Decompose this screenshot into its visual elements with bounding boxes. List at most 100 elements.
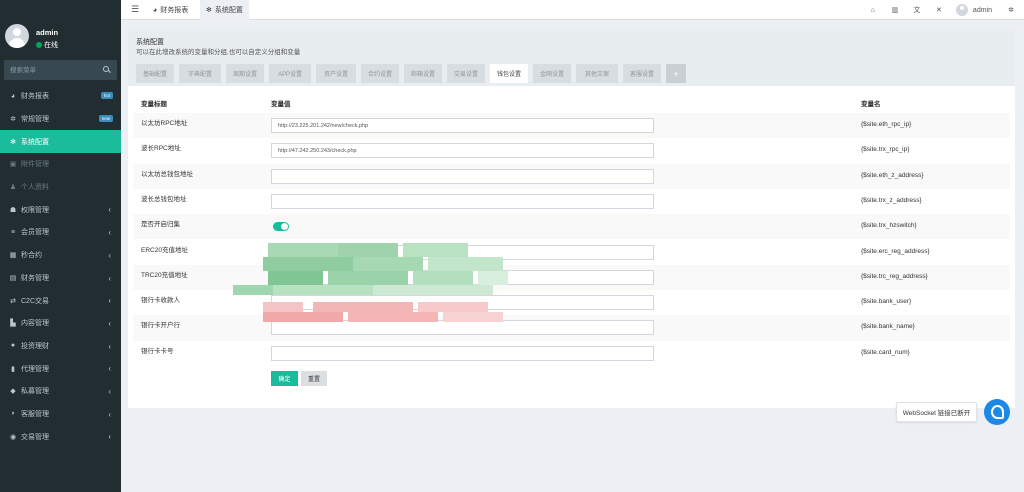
row-variable-name: {$site.trc_reg_address} <box>861 272 928 280</box>
config-tab[interactable]: 客服设置 <box>623 64 661 83</box>
sidebar-item[interactable]: ≡ 会员管理 ‹ <box>0 221 121 244</box>
language-icon[interactable]: 文 <box>906 5 928 15</box>
sidebar-item-label: 权限管理 <box>21 206 49 214</box>
table-row: 以太坊RPC地址 {$site.eth_rpc_ip} <box>133 113 1010 139</box>
calendar-icon: ▦ <box>9 252 17 260</box>
trash-icon[interactable]: ▥ <box>884 6 906 14</box>
config-tab[interactable]: APP设置 <box>269 64 311 83</box>
top-tab-system-config[interactable]: ✻ 系统配置 <box>200 0 249 20</box>
sidebar-item[interactable]: ✲ 常规管理 new <box>0 108 121 131</box>
row-value-input[interactable] <box>271 118 654 133</box>
row-value-input[interactable] <box>271 193 654 209</box>
redaction-mosaic <box>233 240 523 324</box>
websocket-status-toast: WebSocket 链接已断开 <box>896 402 977 422</box>
row-value-input[interactable] <box>271 143 654 159</box>
mosaic-block <box>413 271 473 285</box>
sidebar-item[interactable]: ✻ 系统配置 <box>0 130 121 154</box>
mosaic-block <box>268 271 323 285</box>
mosaic-block <box>348 312 438 322</box>
avatar <box>5 24 29 48</box>
chevron-left-icon: ‹ <box>108 318 111 328</box>
eye-icon: ◉ <box>9 433 17 441</box>
config-tab[interactable]: 字典配置 <box>179 64 221 83</box>
chevron-left-icon: ‹ <box>108 341 111 351</box>
gear-icon: ✻ <box>206 7 212 14</box>
sidebar-item[interactable]: ▤ 财务管理 ‹ <box>0 267 121 290</box>
settings-icon[interactable]: ✲ <box>1004 6 1018 14</box>
row-label: 以太坊RPC地址 <box>141 120 188 127</box>
table-row: 波长总钱包地址 {$site.trx_z_address} <box>133 189 1010 214</box>
search-icon[interactable] <box>103 66 109 72</box>
mosaic-block <box>268 243 338 257</box>
sidebar-item-label: 内容管理 <box>21 320 49 328</box>
config-tab[interactable]: 邮箱设置 <box>404 64 442 83</box>
chevron-left-icon: ‹ <box>108 273 111 283</box>
config-tab[interactable]: 合约设置 <box>361 64 399 83</box>
row-variable-name: {$site.trx_z_address} <box>861 196 922 204</box>
mosaic-block <box>338 243 398 257</box>
sidebar-item-label: 代理管理 <box>21 365 49 373</box>
row-label: 是否开启归集 <box>141 221 180 229</box>
mosaic-block <box>443 312 503 322</box>
dashboard-icon: ◕ <box>153 6 158 14</box>
row-value-input[interactable] <box>271 345 654 361</box>
row-label: 银行卡收款人 <box>141 297 180 305</box>
row-value-input[interactable] <box>271 168 654 184</box>
config-tab[interactable]: 资产设置 <box>316 64 356 83</box>
fullscreen-icon[interactable]: ✕ <box>928 6 950 14</box>
top-avatar[interactable] <box>955 4 968 16</box>
sidebar-item[interactable]: ⇄ C2C交易 ‹ <box>0 289 121 312</box>
confirm-button[interactable]: 确定 <box>271 371 298 386</box>
config-tab[interactable]: 周期设置 <box>226 64 264 83</box>
book-icon: ▤ <box>9 274 17 282</box>
row-variable-name: {$site.card_num} <box>861 348 910 356</box>
add-tab-icon[interactable]: + <box>666 64 686 83</box>
page-description: 可以在此增改系统的变量和分组,也可以自定义分组和变量 <box>136 49 301 56</box>
config-tab[interactable]: 交易设置 <box>447 64 485 83</box>
sidebar-item[interactable]: ◕ 财务报表 hot <box>0 85 121 108</box>
top-tab-dashboard[interactable]: ◕ 财务报表 <box>147 0 194 20</box>
row-variable-name: {$site.trx_hzswitch} <box>861 222 917 230</box>
reset-button[interactable]: 重置 <box>301 371 327 386</box>
config-tab[interactable]: 基础配置 <box>136 64 174 83</box>
config-panel: 系统配置 可以在此增改系统的变量和分组,也可以自定义分组和变量 基础配置 字典配置… <box>128 29 1015 408</box>
sidebar-item[interactable]: ♟ 个人资料 <box>0 176 121 199</box>
exchange-icon: ⇄ <box>10 297 16 305</box>
home-icon[interactable]: ⌂ <box>862 7 884 14</box>
mosaic-block <box>263 257 353 271</box>
sidebar-item[interactable]: ▮ 代理管理 ‹ <box>0 357 121 380</box>
mosaic-block <box>273 285 373 295</box>
menu-search-input[interactable] <box>4 60 99 80</box>
menu-badge: hot <box>100 92 113 99</box>
sidebar-item[interactable]: ▣ 附件管理 <box>0 153 121 176</box>
sidebar-item-label: 系统配置 <box>21 138 49 146</box>
top-user-name[interactable]: admin <box>973 7 992 14</box>
mosaic-block <box>373 285 493 295</box>
config-tab[interactable]: 其他文案 <box>576 64 618 83</box>
list-icon: ≡ <box>10 228 16 236</box>
user-status: 在线 <box>36 40 58 50</box>
table-row: 以太坊总钱包地址 {$site.eth_z_address} <box>133 163 1010 189</box>
sidebar-item[interactable]: ● 投资理财 ‹ <box>0 335 121 358</box>
sidebar-item[interactable]: ◗ 客服管理 ‹ <box>0 403 121 426</box>
sidebar-item[interactable]: ☗ 权限管理 ‹ <box>0 198 121 221</box>
hamburger-menu-icon[interactable]: ☰ <box>131 4 139 15</box>
column-header-name: 变量名 <box>861 101 881 108</box>
sidebar-search <box>4 60 117 80</box>
sidebar-item-label: 个人资料 <box>21 184 49 192</box>
chevron-left-icon: ‹ <box>108 364 111 374</box>
mosaic-block <box>313 302 413 312</box>
sidebar-item-label: 财务报表 <box>21 93 49 101</box>
mosaic-block <box>353 257 423 271</box>
collect-toggle[interactable] <box>273 222 289 232</box>
mosaic-block <box>233 285 273 295</box>
chat-bubble-icon[interactable] <box>984 399 1010 425</box>
sidebar-item[interactable]: ▦ 秒合约 ‹ <box>0 244 121 267</box>
config-tab[interactable]: 金网设置 <box>533 64 571 83</box>
sidebar-item[interactable]: ▙ 内容管理 ‹ <box>0 312 121 335</box>
panel-header: 系统配置 可以在此增改系统的变量和分组,也可以自定义分组和变量 基础配置 字典配置… <box>128 29 1015 86</box>
sidebar-item[interactable]: ◆ 私募管理 ‹ <box>0 380 121 403</box>
sidebar-item-label: 附件管理 <box>21 161 49 169</box>
config-tab[interactable]: 钱包设置 <box>490 64 528 83</box>
sidebar-item[interactable]: ◉ 交易管理 ‹ <box>0 425 121 448</box>
